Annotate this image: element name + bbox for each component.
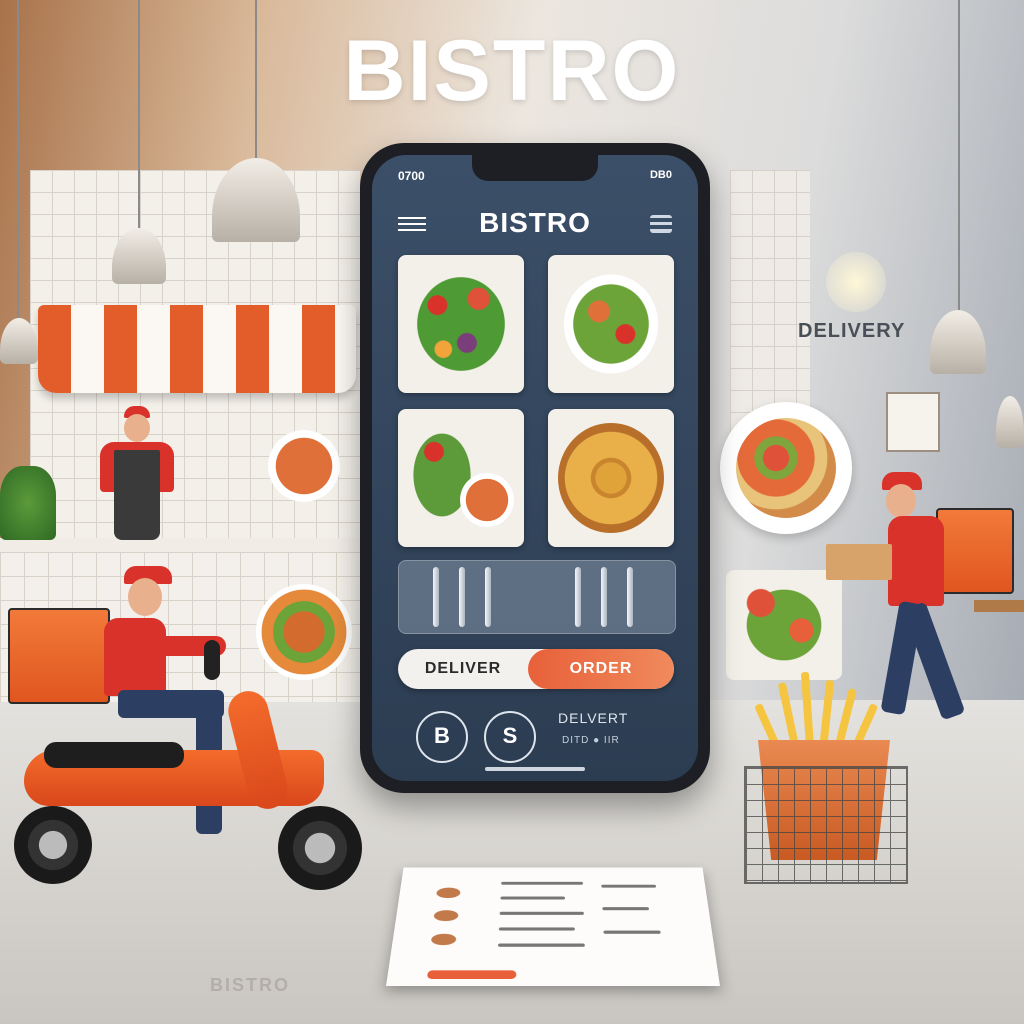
delivery-backpack	[936, 508, 1014, 594]
food-plate	[256, 584, 352, 680]
smartphone: 0700 DB0 BISTRO DELIVER ORDER B S DELVER…	[360, 143, 710, 793]
phone-notch	[472, 155, 598, 181]
status-indicators: DB0	[650, 169, 672, 181]
food-card-salad-bowl[interactable]	[548, 255, 674, 393]
status-time: 0700	[398, 169, 425, 183]
spoon-icon	[627, 567, 633, 627]
wire-basket	[744, 766, 908, 884]
parcel-box	[826, 544, 892, 580]
food-plate	[268, 430, 340, 502]
deliver-option[interactable]: DELIVER	[398, 649, 528, 689]
delivery-box	[8, 608, 110, 704]
home-indicator[interactable]	[485, 767, 585, 771]
food-card-greens-sauce[interactable]	[398, 409, 524, 547]
floor-logo: BISTRO	[210, 975, 290, 996]
pizza	[736, 418, 836, 518]
delivery-status-text: DELVERT	[558, 710, 628, 726]
salad-dish	[726, 570, 842, 680]
round-action-button-left[interactable]: B	[416, 711, 468, 763]
fork-icon	[946, 160, 966, 310]
cutlery-bar	[398, 560, 676, 634]
knife-icon	[601, 567, 607, 627]
fork-icon	[433, 567, 439, 627]
filter-icon[interactable]	[650, 215, 672, 233]
round-action-button-right[interactable]: S	[484, 711, 536, 763]
order-option[interactable]: ORDER	[528, 649, 674, 689]
spoon-icon	[459, 567, 465, 627]
stool	[974, 600, 1024, 612]
spoon-icon	[575, 567, 581, 627]
wall-frame	[886, 392, 940, 452]
fork-icon	[485, 567, 491, 627]
deliver-order-toggle[interactable]: DELIVER ORDER	[398, 649, 674, 689]
glowing-bulb	[826, 252, 886, 312]
pendant-lamp	[996, 396, 1024, 448]
potted-plant	[0, 466, 56, 540]
food-card-pastry[interactable]	[548, 409, 674, 547]
printed-menu	[386, 867, 720, 986]
food-card-salad[interactable]	[398, 255, 524, 393]
brand-title: BISTRO	[0, 22, 1024, 121]
chef-figure	[90, 400, 190, 540]
pendant-lamp	[930, 310, 986, 374]
delivery-status-subtext: DITD ● IIR	[562, 735, 620, 746]
phone-screen: 0700 DB0 BISTRO DELIVER ORDER B S DELVER…	[372, 155, 698, 781]
delivery-sign: DELIVERY	[798, 320, 905, 343]
striped-awning	[38, 305, 356, 393]
